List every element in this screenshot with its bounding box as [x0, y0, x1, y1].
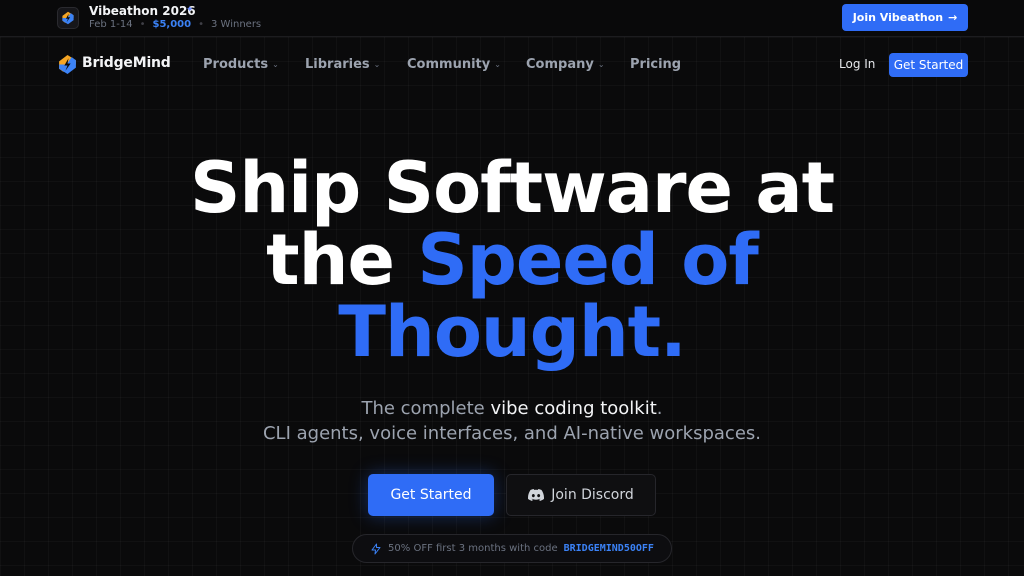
- promo-badge[interactable]: 50% OFF first 3 months with code BRIDGEM…: [352, 534, 672, 563]
- vibeathon-logo[interactable]: [57, 7, 79, 29]
- arrow-right-icon: →: [948, 11, 958, 24]
- hero-headline: Ship Software at the Speed of Thought.: [0, 152, 1024, 368]
- nav-item-label: Products: [203, 57, 269, 72]
- nav-item-label: Company: [526, 57, 594, 72]
- brand-name[interactable]: BridgeMind: [82, 55, 171, 71]
- nav-item-company[interactable]: Company ⌄: [526, 57, 605, 72]
- separator-dot: •: [198, 19, 204, 30]
- nav-get-started-button[interactable]: Get Started: [889, 53, 968, 77]
- join-discord-button[interactable]: Join Discord: [506, 474, 656, 516]
- chevron-down-icon: ⌄: [494, 60, 501, 69]
- subheadline-highlight: vibe coding toolkit: [490, 398, 657, 419]
- announcement-meta: Feb 1-14 • $5,000 • 3 Winners: [89, 19, 261, 30]
- discord-icon: [528, 489, 545, 501]
- prize-amount: $5,000: [152, 19, 192, 30]
- promo-code: BRIDGEMIND50OFF: [563, 543, 654, 554]
- subheadline-line-1: The complete vibe coding toolkit.: [0, 396, 1024, 421]
- separator-dot: •: [139, 19, 146, 30]
- hero-line-3: Thought.: [338, 291, 687, 373]
- hero-line-2: the Speed of: [0, 224, 1024, 296]
- promo-text: 50% OFF first 3 months with code: [388, 543, 558, 554]
- sparkle-icon: ✦: [186, 5, 194, 15]
- chevron-down-icon: ⌄: [272, 60, 279, 69]
- chevron-down-icon: ⌄: [373, 60, 381, 69]
- event-dates: Feb 1-14: [89, 19, 133, 30]
- nav-item-label: Community: [407, 57, 491, 72]
- nav-item-pricing[interactable]: Pricing: [630, 57, 681, 72]
- hero-line-2-accent: Speed of: [417, 219, 758, 301]
- bridgemind-logo-icon[interactable]: [57, 54, 78, 75]
- winners-count: 3 Winners: [211, 19, 262, 30]
- join-vibeathon-label: Join Vibeathon: [852, 11, 944, 24]
- nav-item-community[interactable]: Community ⌄: [407, 57, 501, 72]
- announcement-bar: Vibeathon 2026 ✦ Feb 1-14 • $5,000 • 3 W…: [0, 0, 1024, 37]
- join-vibeathon-button[interactable]: Join Vibeathon →: [842, 4, 968, 31]
- chevron-down-icon: ⌄: [597, 60, 605, 69]
- hero-get-started-button[interactable]: Get Started: [368, 474, 494, 516]
- nav-item-products[interactable]: Products ⌄: [203, 57, 279, 72]
- login-link[interactable]: Log In: [839, 57, 875, 71]
- nav-item-label: Pricing: [630, 57, 682, 72]
- nav-item-libraries[interactable]: Libraries ⌄: [305, 57, 380, 72]
- subheadline-line-2: CLI agents, voice interfaces, and AI-nat…: [262, 423, 761, 444]
- subheadline-part-1: The complete: [361, 398, 491, 419]
- bridgemind-bolt-icon: [62, 11, 74, 25]
- announcement-title: Vibeathon 2026: [89, 4, 196, 18]
- subheadline: The complete vibe coding toolkit. CLI ag…: [0, 396, 1024, 446]
- hero-line-1: Ship Software at: [189, 147, 835, 229]
- join-discord-label: Join Discord: [551, 487, 634, 503]
- nav-item-label: Libraries: [305, 57, 370, 72]
- subheadline-part-2: .: [656, 398, 663, 419]
- lightning-icon: [371, 543, 381, 554]
- hero-line-2-plain: the: [266, 219, 418, 301]
